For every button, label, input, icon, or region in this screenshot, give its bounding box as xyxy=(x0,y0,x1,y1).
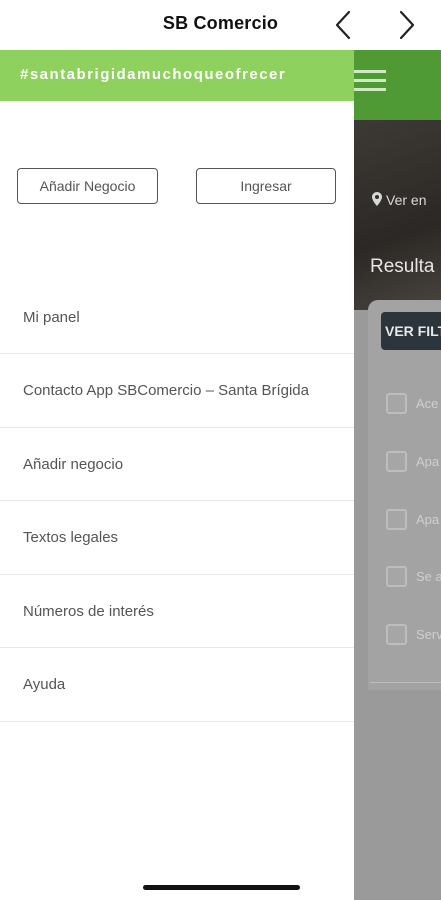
location-text: Ver en xyxy=(386,192,427,208)
filter-checkbox[interactable]: Apa xyxy=(386,509,439,531)
checkbox-label: Ace xyxy=(416,396,439,411)
filter-checkbox[interactable]: Ace xyxy=(386,393,438,415)
menu-item-label: Mi panel xyxy=(23,309,80,326)
checkbox[interactable] xyxy=(386,393,407,414)
back-button[interactable] xyxy=(326,8,360,42)
app-header: SB Comercio xyxy=(0,0,441,50)
location-pin-icon xyxy=(372,192,382,206)
chevron-left-icon xyxy=(335,10,351,40)
drawer-menu: Mi panel Contacto App SBComercio – Santa… xyxy=(0,280,354,722)
page-header xyxy=(354,50,441,120)
checkbox-label: Apa xyxy=(416,512,440,527)
navigation-drawer: #santabrigidamuchoqueofrecer Añadir Nego… xyxy=(0,50,354,900)
forward-button[interactable] xyxy=(390,8,424,42)
menu-item-contacto[interactable]: Contacto App SBComercio – Santa Brígida xyxy=(0,354,354,428)
menu-item-label: Números de interés xyxy=(23,602,154,620)
home-indicator[interactable] xyxy=(143,885,300,890)
background-page: Ver en Resulta VER FILT Ace Apa Apa Se a… xyxy=(354,50,441,900)
filter-button[interactable]: VER FILT xyxy=(381,312,441,350)
menu-item-label: Ayuda xyxy=(23,676,66,694)
menu-item-numeros-interes[interactable]: Números de interés xyxy=(0,575,354,649)
login-button[interactable]: Ingresar xyxy=(196,168,336,204)
add-business-button[interactable]: Añadir Negocio xyxy=(17,168,158,204)
app-title: SB Comercio xyxy=(162,13,279,33)
menu-item-anadir-negocio[interactable]: Añadir negocio xyxy=(0,428,354,502)
menu-icon[interactable] xyxy=(354,70,388,96)
filter-checkbox[interactable]: Se a xyxy=(386,566,441,588)
menu-item-label: Añadir negocio xyxy=(23,455,124,473)
chevron-right-icon xyxy=(399,10,415,40)
menu-item-textos-legales[interactable]: Textos legales xyxy=(0,501,354,575)
menu-item-label: Contacto App SBComercio – Santa Brígida xyxy=(23,382,309,399)
results-heading: Resulta xyxy=(370,256,435,277)
checkbox-label: Se a xyxy=(416,569,441,584)
checkbox[interactable] xyxy=(386,509,407,530)
location-link[interactable]: Ver en xyxy=(372,192,426,208)
menu-item-mi-panel[interactable]: Mi panel xyxy=(0,280,354,354)
menu-item-label: Textos legales xyxy=(23,529,119,547)
menu-item-ayuda[interactable]: Ayuda xyxy=(0,648,354,722)
checkbox[interactable] xyxy=(386,451,407,472)
drawer-banner: #santabrigidamuchoqueofrecer xyxy=(0,50,354,101)
hero-image xyxy=(354,120,441,310)
hashtag-text: #santabrigidamuchoqueofrecer xyxy=(20,66,287,83)
filter-checkbox[interactable]: Serv xyxy=(386,624,441,646)
checkbox[interactable] xyxy=(386,566,407,587)
divider xyxy=(370,682,441,683)
filter-checkbox[interactable]: Apa xyxy=(386,451,439,473)
checkbox-label: Serv xyxy=(416,627,441,642)
checkbox-label: Apa xyxy=(416,454,440,469)
checkbox[interactable] xyxy=(386,624,407,645)
